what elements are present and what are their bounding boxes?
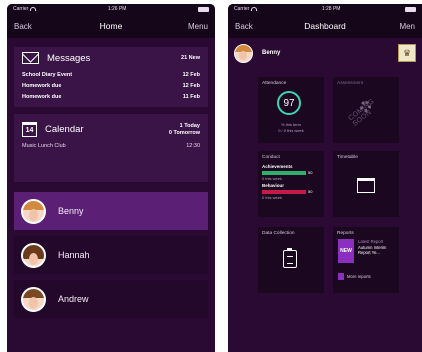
avatar-face bbox=[29, 296, 38, 309]
status-carrier-group: Carrier bbox=[13, 6, 37, 12]
status-bar: Carrier 1:26 PM bbox=[7, 4, 215, 14]
calendar-title: Calendar bbox=[45, 124, 84, 135]
behaviour-label: Behaviour bbox=[262, 183, 285, 188]
child-row-hannah[interactable]: Hannah bbox=[14, 236, 208, 274]
message-item[interactable]: Homework due 11 Feb bbox=[14, 91, 208, 102]
assessment-tile: Assessment COMING SOON bbox=[333, 77, 399, 143]
carrier-label: Carrier bbox=[13, 6, 29, 12]
wifi-icon bbox=[251, 7, 258, 11]
achievements-value: 50 bbox=[308, 170, 313, 175]
menu-button[interactable]: Men bbox=[399, 22, 415, 31]
achievements-week: 0 this week bbox=[262, 176, 283, 181]
tile-title: Reports bbox=[337, 231, 354, 236]
child-row-andrew[interactable]: Andrew bbox=[14, 280, 208, 318]
timetable-tile[interactable]: Timetable bbox=[333, 151, 399, 217]
status-time: 1:28 PM bbox=[321, 6, 341, 12]
battery-icon bbox=[198, 6, 209, 12]
calendar-icon bbox=[357, 178, 375, 193]
reports-tile[interactable]: Reports NEW Latest Report Autumn Interim… bbox=[333, 227, 399, 293]
back-button[interactable]: Back bbox=[235, 22, 253, 31]
back-button[interactable]: Back bbox=[14, 22, 32, 31]
child-name: Andrew bbox=[58, 294, 89, 304]
behaviour-value: 50 bbox=[308, 189, 313, 194]
report-text: Latest Report Autumn Interim Report Ye..… bbox=[358, 239, 394, 263]
page-title: Home bbox=[99, 21, 123, 31]
message-date: 11 Feb bbox=[182, 93, 200, 100]
conduct-tile[interactable]: Conduct Achievements 50 0 this week Beha… bbox=[258, 151, 324, 217]
behaviour-week: 0 this week bbox=[262, 195, 283, 200]
nav-bar: Back Home Menu bbox=[7, 14, 215, 38]
calendar-today: 1 Today bbox=[179, 122, 200, 129]
tile-title: Timetable bbox=[337, 155, 358, 160]
status-carrier-group: Carrier bbox=[234, 6, 258, 12]
message-label: Homework due bbox=[22, 93, 62, 100]
child-row-benny[interactable]: Benny bbox=[14, 192, 208, 230]
latest-report[interactable]: NEW Latest Report Autumn Interim Report … bbox=[338, 239, 394, 263]
achievements-bar bbox=[262, 170, 306, 175]
avatar bbox=[21, 286, 46, 312]
attendance-tile[interactable]: Attendance 97 % this term 0 / 0 this wee… bbox=[258, 77, 324, 143]
avatar-face bbox=[29, 208, 38, 221]
message-item[interactable]: Homework due 12 Feb bbox=[14, 80, 208, 91]
avatar-face bbox=[239, 50, 247, 60]
calendar-tomorrow: 0 Tomorrow bbox=[168, 129, 200, 136]
nav-bar: Back Dashboard Men bbox=[228, 14, 422, 38]
message-date: 12 Feb bbox=[182, 71, 200, 78]
user-header: Benny ♛ bbox=[228, 38, 422, 68]
behaviour-bar-row: 50 bbox=[262, 189, 320, 194]
event-label: Music Lunch Club bbox=[22, 143, 66, 149]
calendar-event[interactable]: Music Lunch Club 12:30 bbox=[14, 141, 208, 151]
coming-soon-label: COMING SOON bbox=[347, 97, 376, 128]
message-label: School Diary Event bbox=[22, 71, 73, 78]
attendance-week: 0 / 0 this week bbox=[278, 128, 304, 133]
messages-title: Messages bbox=[47, 52, 91, 64]
calendar-panel[interactable]: 14 Calendar 1 Today 0 Tomorrow Music Lun… bbox=[14, 114, 208, 182]
page-title: Dashboard bbox=[304, 21, 346, 31]
messages-panel[interactable]: Messages 21 New School Diary Event 12 Fe… bbox=[14, 47, 208, 107]
avatar bbox=[21, 198, 46, 224]
envelope-icon bbox=[22, 52, 39, 64]
attendance-ring: 97 bbox=[277, 91, 301, 115]
tile-title: Attendance bbox=[262, 81, 287, 86]
message-item[interactable]: School Diary Event 12 Feb bbox=[14, 69, 208, 80]
clipboard-icon bbox=[283, 248, 297, 268]
more-reports-label: More reports bbox=[347, 274, 371, 279]
menu-button[interactable]: Menu bbox=[188, 22, 208, 31]
achievements-label: Achievements bbox=[262, 164, 293, 169]
calendar-header: 14 Calendar 1 Today 0 Tomorrow bbox=[14, 114, 208, 141]
behaviour-bar bbox=[262, 189, 306, 194]
achievements-bar-row: 50 bbox=[262, 170, 320, 175]
status-time: 1:26 PM bbox=[107, 6, 127, 12]
home-screen: Carrier 1:26 PM Back Home Menu Messages … bbox=[7, 4, 215, 352]
status-bar: Carrier 1:28 PM bbox=[228, 4, 422, 14]
child-name: Hannah bbox=[58, 250, 90, 260]
document-icon bbox=[338, 273, 344, 280]
avatar-face bbox=[29, 252, 38, 265]
dashboard-screen: Carrier 1:28 PM Back Dashboard Men Benny… bbox=[228, 4, 422, 352]
more-reports-link[interactable]: More reports bbox=[338, 273, 371, 280]
data-collection-tile[interactable]: Data Collection bbox=[258, 227, 324, 293]
user-name: Benny bbox=[262, 50, 281, 56]
carrier-label: Carrier bbox=[234, 6, 250, 12]
avatar bbox=[234, 43, 253, 63]
wifi-icon bbox=[30, 7, 37, 11]
school-crest-icon: ♛ bbox=[398, 44, 416, 62]
attendance-term: % this term bbox=[280, 122, 301, 127]
child-name: Benny bbox=[58, 206, 84, 216]
message-date: 12 Feb bbox=[182, 82, 200, 89]
event-time: 12:30 bbox=[186, 143, 200, 149]
tile-title: Conduct bbox=[262, 155, 280, 160]
avatar bbox=[21, 242, 46, 268]
battery-icon bbox=[405, 6, 416, 12]
message-label: Homework due bbox=[22, 82, 62, 89]
report-name: Autumn Interim Report Ye... bbox=[358, 244, 387, 256]
calendar-icon: 14 bbox=[22, 122, 37, 137]
report-document-icon: NEW bbox=[338, 239, 354, 263]
calendar-summary: 1 Today 0 Tomorrow bbox=[169, 123, 200, 137]
messages-header: Messages 21 New bbox=[14, 47, 208, 69]
messages-count: 21 New bbox=[181, 55, 200, 61]
tile-title: Data Collection bbox=[262, 231, 295, 236]
